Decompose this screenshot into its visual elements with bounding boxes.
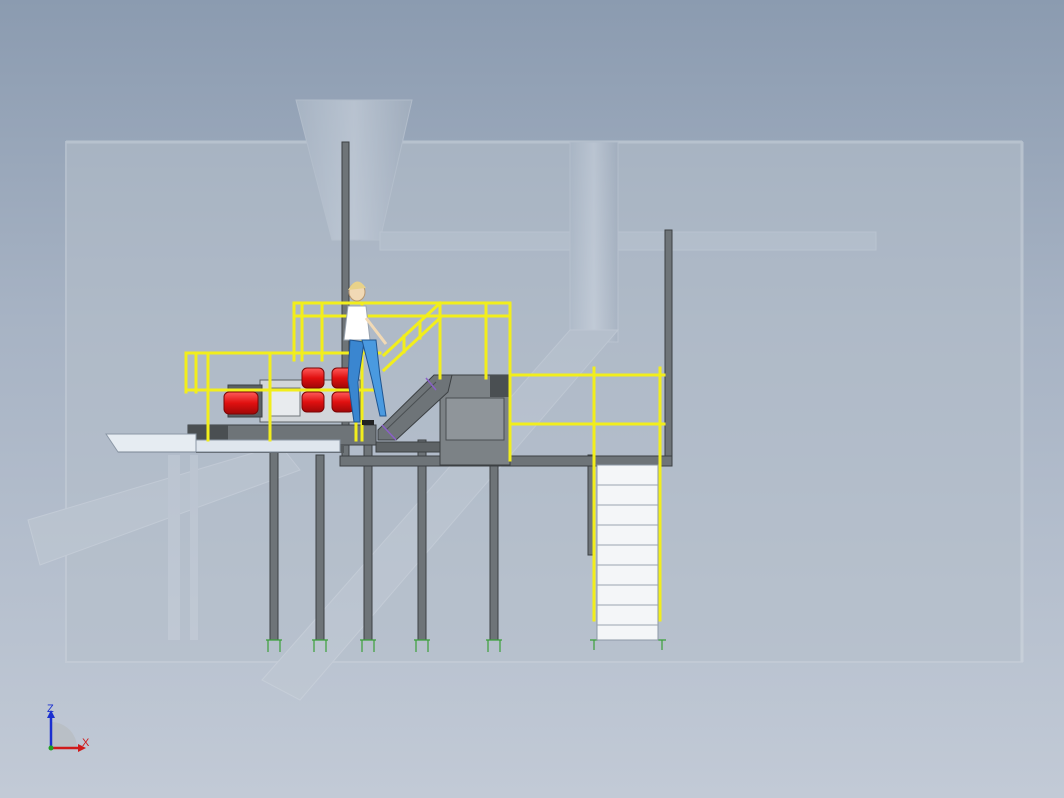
ghost-duct-horizontal bbox=[379, 231, 877, 251]
column bbox=[417, 439, 427, 641]
exterior-stair bbox=[596, 464, 659, 641]
stair-stringer-post bbox=[587, 454, 594, 556]
motor bbox=[223, 391, 259, 415]
ghost-structure bbox=[27, 99, 1024, 701]
tall-post-right bbox=[664, 229, 673, 466]
ghost-pipe-vertical bbox=[569, 141, 619, 343]
model-view: Z X bbox=[27, 99, 1024, 752]
column bbox=[315, 454, 325, 641]
coordinate-triad: Z X bbox=[47, 703, 90, 752]
column bbox=[363, 439, 373, 641]
cad-viewport[interactable]: Z X bbox=[0, 0, 1064, 798]
motor bbox=[301, 391, 325, 413]
column bbox=[269, 439, 279, 641]
x-axis-label: X bbox=[82, 737, 90, 749]
motor bbox=[301, 367, 325, 389]
z-axis-label: Z bbox=[47, 703, 54, 715]
